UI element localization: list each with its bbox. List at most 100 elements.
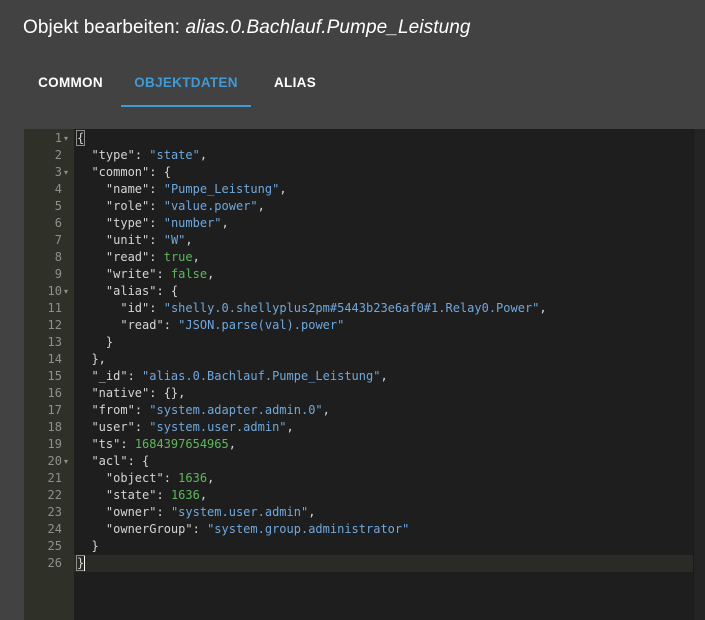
code-token: , (192, 250, 200, 264)
line-number: 23 (47, 505, 62, 519)
code-line: "user": "system.user.admin", (77, 419, 294, 436)
code-token: "acl" (91, 454, 128, 468)
active-line-highlight (74, 555, 693, 572)
code-token: : { (156, 284, 179, 298)
code-token: : (156, 488, 171, 502)
line-number: 6 (54, 216, 62, 230)
code-token: , (207, 471, 215, 485)
tab-common[interactable]: COMMON (20, 60, 121, 106)
line-number: 19 (47, 437, 62, 451)
fold-toggle-icon[interactable]: ▾ (64, 164, 72, 181)
code-line: "_id": "alias.0.Bachlauf.Pumpe_Leistung"… (77, 368, 387, 385)
editor-vertical-scrollbar[interactable] (693, 129, 705, 620)
code-token: , (199, 488, 208, 502)
line-number: 4 (54, 182, 62, 196)
code-token: "W" (163, 233, 186, 247)
code-token: "from" (91, 403, 135, 417)
code-token: : (163, 318, 179, 332)
code-token: 1684397654965 (134, 437, 229, 451)
code-token: , (257, 199, 265, 213)
fold-toggle-icon[interactable]: ▾ (64, 130, 72, 147)
code-token: "id" (120, 301, 150, 315)
code-token: , (539, 301, 547, 315)
code-line: } (77, 538, 98, 555)
code-token: : (149, 199, 164, 213)
code-line: "name": "Pumpe_Leistung", (77, 181, 287, 198)
line-number: 9 (54, 267, 62, 281)
code-token: false (170, 267, 208, 281)
tab-alias[interactable]: ALIAS (251, 60, 339, 106)
fold-toggle-icon[interactable]: ▾ (64, 283, 72, 300)
code-token: , (185, 233, 193, 247)
code-token: "ts" (91, 437, 121, 451)
code-line: "alias": { (77, 283, 178, 300)
line-number: 1 (54, 131, 62, 145)
code-token: "read" (105, 250, 150, 264)
code-token: , (322, 403, 330, 417)
code-token: "object" (105, 471, 164, 485)
edit-object-dialog: Objekt bearbeiten: alias.0.Bachlauf.Pump… (0, 0, 705, 620)
code-line: "common": { (77, 164, 170, 181)
code-line: "unit": "W", (77, 232, 193, 249)
editor-gutter: 1 ▾ 2 3 ▾ 4 5 6 7 8 9 10 ▾ 11 12 13 14 15 16 17 18 19 20 ▾ 21 22 2… (24, 129, 74, 620)
code-token: "system.adapter.admin.0" (149, 403, 323, 417)
code-token: : (156, 505, 171, 519)
code-token: "ownerGroup" (105, 522, 193, 536)
code-token: "type" (105, 216, 150, 230)
code-token: "name" (105, 182, 150, 196)
editor-code-area[interactable]: { "type": "state", "common": { "name": "… (74, 129, 693, 620)
code-token: }, (77, 352, 106, 366)
code-token: "JSON.parse(val).power" (178, 318, 345, 332)
code-token: true (163, 250, 193, 264)
code-token: "native" (91, 386, 150, 400)
code-line: "state": 1636, (77, 487, 207, 504)
code-token: "_id" (91, 369, 128, 383)
code-line: "acl": { (77, 453, 149, 470)
line-number: 24 (47, 522, 62, 536)
tab-active-indicator (121, 105, 251, 107)
code-token: , (286, 420, 294, 434)
code-token: "alias.0.Bachlauf.Pumpe_Leistung" (142, 369, 381, 383)
code-token: "read" (120, 318, 164, 332)
line-number: 5 (54, 199, 62, 213)
code-token: : (134, 403, 150, 417)
dialog-title-object-id: alias.0.Bachlauf.Pumpe_Leistung (185, 17, 471, 38)
code-token: 1636 (170, 488, 200, 502)
json-code-editor[interactable]: 1 ▾ 2 3 ▾ 4 5 6 7 8 9 10 ▾ 11 12 13 14 15 16 17 18 19 20 ▾ 21 22 2… (24, 129, 705, 620)
line-number: 25 (47, 539, 62, 553)
code-line: { (75, 130, 86, 147)
line-number: 8 (54, 250, 62, 264)
code-line: "read": "JSON.parse(val).power" (77, 317, 344, 334)
code-line: "owner": "system.user.admin", (77, 504, 316, 521)
line-number: 21 (47, 471, 62, 485)
code-token: , (221, 216, 229, 230)
code-line: "ownerGroup": "system.group.administrato… (77, 521, 409, 538)
code-token: "common" (91, 165, 150, 179)
code-line: "type": "number", (77, 215, 229, 232)
line-number: 13 (47, 335, 62, 349)
code-line: "role": "value.power", (77, 198, 265, 215)
code-token: "shelly.0.shellyplus2pm#5443b23e6af0#1.R… (163, 301, 540, 315)
tab-objektdaten[interactable]: OBJEKTDATEN (121, 60, 251, 106)
code-token: : (120, 437, 135, 451)
code-token: , (228, 437, 236, 451)
dialog-title: Objekt bearbeiten: alias.0.Bachlauf.Pump… (23, 17, 471, 39)
fold-toggle-icon[interactable]: ▾ (64, 453, 72, 470)
code-line: "read": true, (77, 249, 200, 266)
code-line: "ts": 1684397654965, (77, 436, 236, 453)
line-number: 2 (54, 148, 62, 162)
